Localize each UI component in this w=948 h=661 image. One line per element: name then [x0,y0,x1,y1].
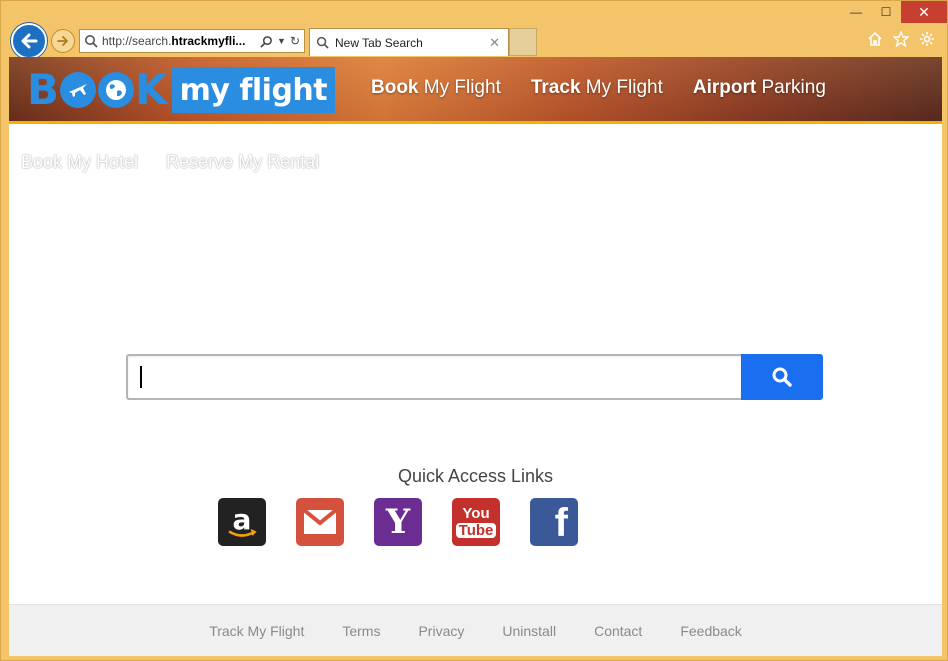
search-form [126,354,823,400]
logo-letter-b: B [27,65,60,114]
home-icon[interactable] [867,31,883,47]
logo-my-flight: my flight [171,67,336,113]
search-button[interactable] [741,354,823,400]
search-input[interactable] [126,354,741,400]
yahoo-icon[interactable]: Y [374,498,422,546]
globe-icon [98,72,135,108]
text-cursor [140,366,142,388]
refresh-icon[interactable]: ↻ [290,34,300,48]
forward-button[interactable] [51,29,75,53]
minimize-button[interactable]: — [841,1,871,23]
quick-access-links: a Y You Tube f [218,498,578,546]
address-url[interactable]: http://search.htrackmyfli... [102,34,260,48]
address-bar[interactable]: http://search.htrackmyfli... ▼ ↻ [79,29,305,53]
back-arrow-icon [21,33,38,49]
nav-book-my-flight[interactable]: Book My Flight [371,77,501,99]
close-window-button[interactable]: ✕ [901,1,947,23]
svg-text:a: a [233,503,252,536]
nav-reserve-my-rental[interactable]: Reserve My Rental [166,152,319,173]
quick-access-title: Quick Access Links [397,466,554,486]
new-tab-button[interactable] [509,28,537,56]
footer-uninstall[interactable]: Uninstall [502,623,556,639]
search-provider-icon[interactable] [260,35,273,48]
footer-terms[interactable]: Terms [342,623,380,639]
close-tab-icon[interactable]: ✕ [489,35,500,51]
site-footer: Track My Flight Terms Privacy Uninstall … [9,604,942,656]
browser-window: — ☐ ✕ http://search.htrackmyfli... ▼ ↻ N… [0,0,948,661]
footer-feedback[interactable]: Feedback [680,623,741,639]
amazon-icon[interactable]: a [218,498,266,546]
forward-arrow-icon [57,36,68,46]
dropdown-arrow-icon[interactable]: ▼ [277,36,286,46]
search-icon [772,367,792,387]
secondary-navigation: Book My Hotel Reserve My Rental [21,152,319,173]
tab-new-tab-search[interactable]: New Tab Search ✕ [309,28,509,56]
footer-contact[interactable]: Contact [594,623,642,639]
gmail-icon[interactable] [296,498,344,546]
search-icon [85,35,98,48]
footer-track-my-flight[interactable]: Track My Flight [209,623,304,639]
youtube-tube-text: Tube [455,523,497,538]
site-header: B K my flight Book My Flight Track My Fl… [9,57,942,124]
logo-letter-k: K [135,65,168,114]
main-navigation: Book My Flight Track My Flight Airport P… [371,77,826,99]
star-icon[interactable] [893,31,909,47]
airplane-icon [60,72,97,108]
page-viewport: B K my flight Book My Flight Track My Fl… [9,57,942,656]
facebook-icon[interactable]: f [530,498,578,546]
navigation-bar: http://search.htrackmyfli... ▼ ↻ New Tab… [1,23,947,59]
youtube-you-text: You [462,505,490,522]
nav-airport-parking[interactable]: Airport Parking [693,77,826,99]
tab-title: New Tab Search [335,35,423,50]
youtube-icon[interactable]: You Tube [452,498,500,546]
maximize-button[interactable]: ☐ [871,1,901,23]
back-button[interactable] [11,23,47,59]
nav-book-my-hotel[interactable]: Book My Hotel [21,152,138,173]
tab-search-icon [316,36,329,49]
browser-toolbar-icons [867,31,935,47]
footer-privacy[interactable]: Privacy [418,623,464,639]
gear-icon[interactable] [919,31,935,47]
window-controls: — ☐ ✕ [841,1,947,23]
site-logo[interactable]: B K my flight [27,65,336,114]
nav-track-my-flight[interactable]: Track My Flight [531,77,663,99]
